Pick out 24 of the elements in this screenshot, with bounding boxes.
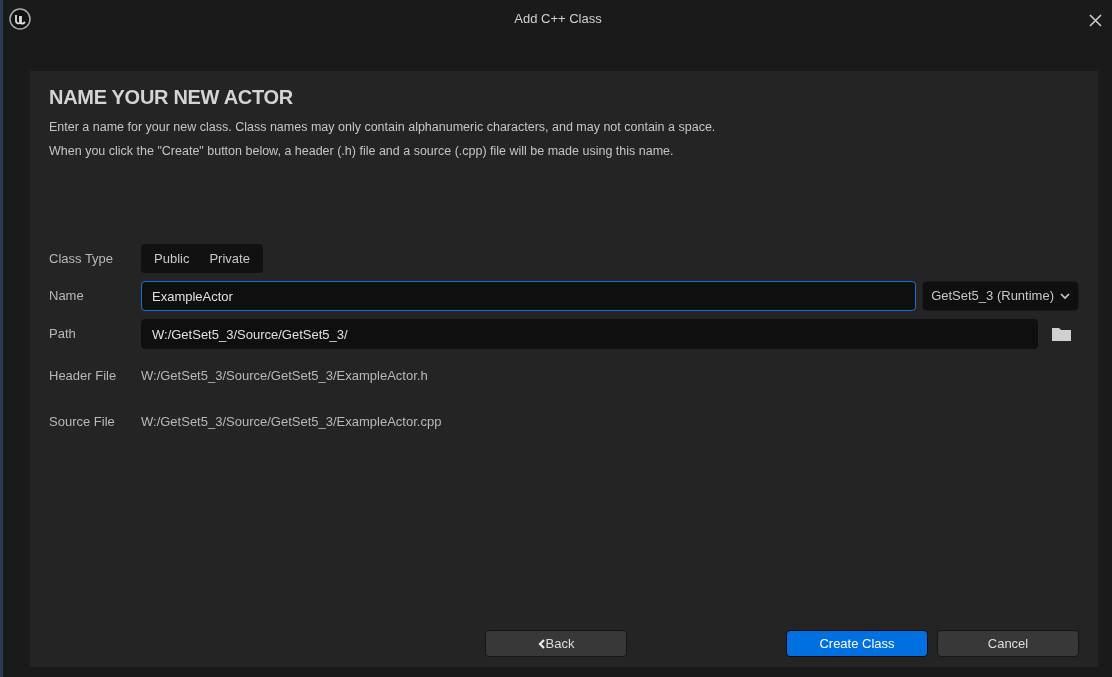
input-field[interactable]: W:/GetSet5_3/Source/GetSet5_3/	[141, 319, 1038, 349]
folder-icon	[1052, 327, 1071, 341]
create-button[interactable]: Create Class	[786, 630, 928, 657]
field-label: Path	[49, 325, 77, 344]
description-text: Enter a name for your new class. Class names may only contain alphanumeric characters, and may not contain a space.	[49, 119, 717, 136]
cancel-button[interactable]: Cancel	[937, 630, 1079, 657]
engine-logo-icon	[9, 8, 31, 30]
chevron-left-icon	[537, 638, 545, 649]
field-label: Source File	[49, 412, 116, 431]
input-field[interactable]: ExampleActor	[141, 281, 916, 311]
heading: NAME YOUR NEW ACTOR	[49, 85, 294, 109]
class-type-option[interactable]: Public	[144, 245, 200, 271]
chevron-down-icon	[1060, 292, 1070, 300]
close-icon	[1089, 14, 1102, 28]
back-button[interactable]: Back	[485, 630, 627, 657]
file-path-text: W:/GetSet5_3/Source/GetSet5_3/ExampleActor.cpp	[141, 412, 442, 431]
description-text: When you click the "Create" button below, a header (.h) file and a source (.cpp) file will be made using this name.	[49, 142, 675, 160]
window-title: Add C++ Class	[514, 11, 602, 27]
file-path-text: W:/GetSet5_3/Source/GetSet5_3/ExampleActor.h	[141, 367, 428, 385]
class-type-option[interactable]: Private	[199, 245, 260, 271]
field-label: Header File	[49, 367, 118, 385]
module-dropdown[interactable]: GetSet5_3 (Runtime)	[922, 281, 1079, 311]
field-label: Name	[49, 287, 85, 306]
field-label: Class Type	[49, 249, 115, 268]
